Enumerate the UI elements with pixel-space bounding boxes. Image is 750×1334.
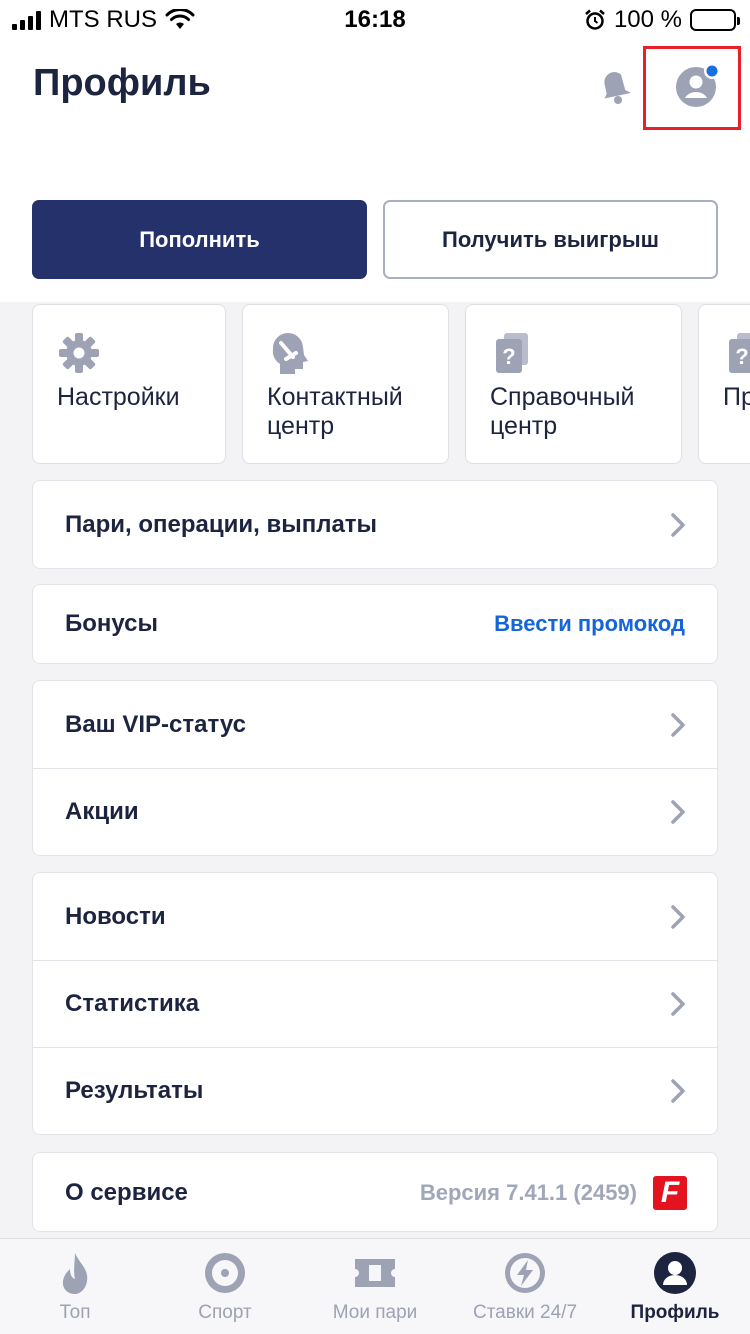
account-id-placeholder [18, 113, 243, 181]
menu-item-vip[interactable]: Ваш VIP-статус [33, 681, 717, 768]
menu-item-about[interactable]: О сервисе Версия 7.41.1 (2459) F [33, 1153, 717, 1231]
tile-label: Пр [723, 383, 750, 411]
ticket-icon [355, 1259, 395, 1287]
promo-code-link[interactable]: Ввести промокод [494, 611, 685, 637]
tab-label: Ставки 24/7 [472, 1302, 578, 1323]
notification-dot [706, 65, 718, 77]
menu-item-label: Результаты [65, 1077, 204, 1104]
tab-label: Профиль [630, 1302, 720, 1323]
menu-item-news[interactable]: Новости [33, 873, 717, 960]
account-button[interactable] [643, 46, 741, 130]
info-card: Новости Статистика Результаты [32, 872, 718, 1135]
tab-top[interactable]: Топ [0, 1239, 150, 1334]
menu-item-label: О сервисе [65, 1179, 188, 1206]
app-version: Версия 7.41.1 (2459) [419, 1180, 637, 1205]
menu-item-label: Акции [65, 798, 139, 825]
svg-text:?: ? [502, 344, 515, 369]
chevron-right-icon [671, 712, 685, 737]
account-icon [676, 65, 718, 107]
target-icon [205, 1253, 245, 1293]
bonuses-card: Бонусы Ввести промокод [32, 584, 718, 664]
alarm-icon [585, 9, 605, 30]
chevron-right-icon [671, 800, 685, 824]
status-right: 100 % [584, 6, 740, 34]
tile-contact-center[interactable]: Контактный центр [242, 304, 449, 464]
about-card: О сервисе Версия 7.41.1 (2459) F [32, 1152, 718, 1232]
withdraw-button[interactable]: Получить выигрыш [383, 200, 718, 279]
battery-icon [690, 9, 740, 31]
tab-live-bets[interactable]: Ставки 24/7 [450, 1239, 600, 1334]
menu-item-label: Статистика [65, 990, 200, 1017]
tab-label: Спорт [198, 1302, 252, 1323]
battery-percent: 100 % [613, 6, 682, 33]
tab-label: Мои пари [332, 1302, 418, 1323]
history-card: Пари, операции, выплаты [32, 480, 718, 569]
tab-my-bets[interactable]: Мои пари [300, 1239, 450, 1334]
gear-icon [59, 333, 99, 373]
chevron-right-icon [671, 992, 685, 1016]
profile-icon [654, 1252, 696, 1294]
help-book-icon: ? [729, 333, 750, 373]
bell-icon[interactable] [592, 62, 638, 108]
profile-header: Профиль Пополнить Получить выигрыш [0, 40, 750, 302]
menu-item-results[interactable]: Результаты [33, 1047, 717, 1134]
menu-item-promotions[interactable]: Акции [33, 768, 717, 855]
tile-more[interactable]: ? Пр [698, 304, 750, 464]
chevron-right-icon [671, 512, 685, 537]
menu-item-statistics[interactable]: Статистика [33, 960, 717, 1047]
quick-actions: Настройки Контактный центр ? Справочный … [0, 304, 750, 464]
support-head-icon [272, 332, 308, 374]
page-title: Профиль [33, 62, 211, 104]
help-book-icon: ? [496, 333, 528, 373]
menu-item-label: Бонусы [65, 610, 158, 637]
tile-label: Справочный центр [490, 383, 635, 440]
tile-label: Настройки [57, 383, 180, 411]
tile-help-center[interactable]: ? Справочный центр [465, 304, 682, 464]
tab-bar: Топ Спорт Мои пари Ставки 24/7 Профиль [0, 1238, 750, 1334]
brand-logo-icon: F [653, 1176, 687, 1210]
tab-profile[interactable]: Профиль [600, 1239, 750, 1334]
chevron-right-icon [671, 1079, 685, 1103]
tab-label: Топ [59, 1302, 91, 1323]
status-bar: MTS RUS 16:18 100 % [0, 0, 750, 40]
menu-item-label: Ваш VIP-статус [65, 710, 246, 738]
menu-item-label: Новости [65, 902, 166, 930]
tab-sport[interactable]: Спорт [150, 1239, 300, 1334]
chevron-right-icon [671, 904, 685, 929]
tile-settings[interactable]: Настройки [32, 304, 226, 464]
svg-text:?: ? [735, 344, 748, 369]
lightning-icon [505, 1253, 545, 1293]
deposit-button[interactable]: Пополнить [32, 200, 367, 279]
menu-item-label: Пари, операции, выплаты [65, 510, 378, 538]
tile-label: Контактный центр [267, 383, 403, 440]
menu-item-bonuses[interactable]: Бонусы Ввести промокод [33, 585, 717, 663]
menu-item-history[interactable]: Пари, операции, выплаты [33, 481, 717, 568]
flame-icon [62, 1253, 88, 1294]
vip-card: Ваш VIP-статус Акции [32, 680, 718, 856]
